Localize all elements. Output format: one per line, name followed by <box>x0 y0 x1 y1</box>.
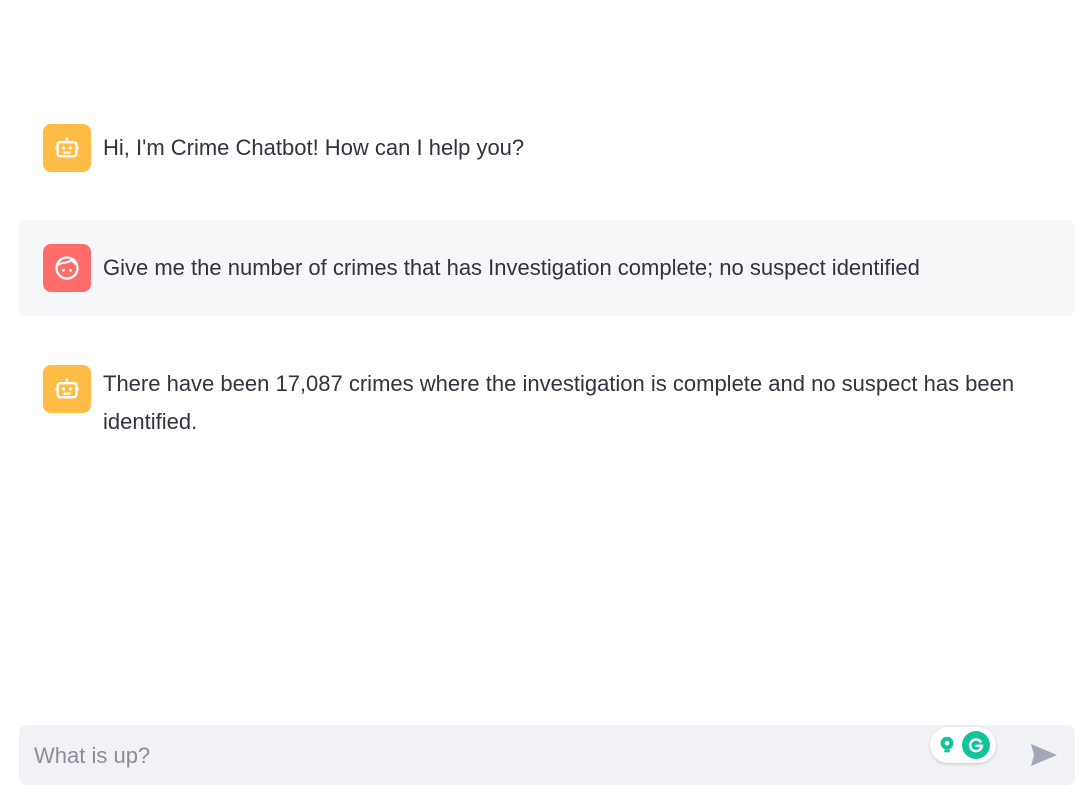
assistant-avatar <box>43 365 91 413</box>
user-face-icon <box>55 256 79 280</box>
assistant-avatar <box>43 124 91 172</box>
chat-input-container <box>19 725 1075 787</box>
user-avatar <box>43 244 91 292</box>
send-button[interactable] <box>1029 741 1059 769</box>
message-text: Hi, I'm Crime Chatbot! How can I help yo… <box>103 135 525 160</box>
send-icon[interactable] <box>1030 743 1058 767</box>
grammarly-icon[interactable] <box>962 731 990 759</box>
message-text: Give me the number of crimes that has In… <box>103 255 920 280</box>
robot-icon <box>55 378 79 399</box>
chat-input[interactable] <box>32 725 916 787</box>
message-text: There have been 17,087 crimes where the … <box>103 371 1015 434</box>
assistant-message: Hi, I'm Crime Chatbot! How can I help yo… <box>19 100 1075 196</box>
assistant-message: There have been 17,087 crimes where the … <box>19 340 1075 465</box>
robot-icon <box>55 137 79 158</box>
user-message: Give me the number of crimes that has In… <box>19 220 1075 316</box>
chat-message-list: Hi, I'm Crime Chatbot! How can I help yo… <box>19 100 1075 465</box>
lightbulb-icon[interactable] <box>936 734 958 756</box>
grammarly-widget[interactable] <box>930 727 996 763</box>
